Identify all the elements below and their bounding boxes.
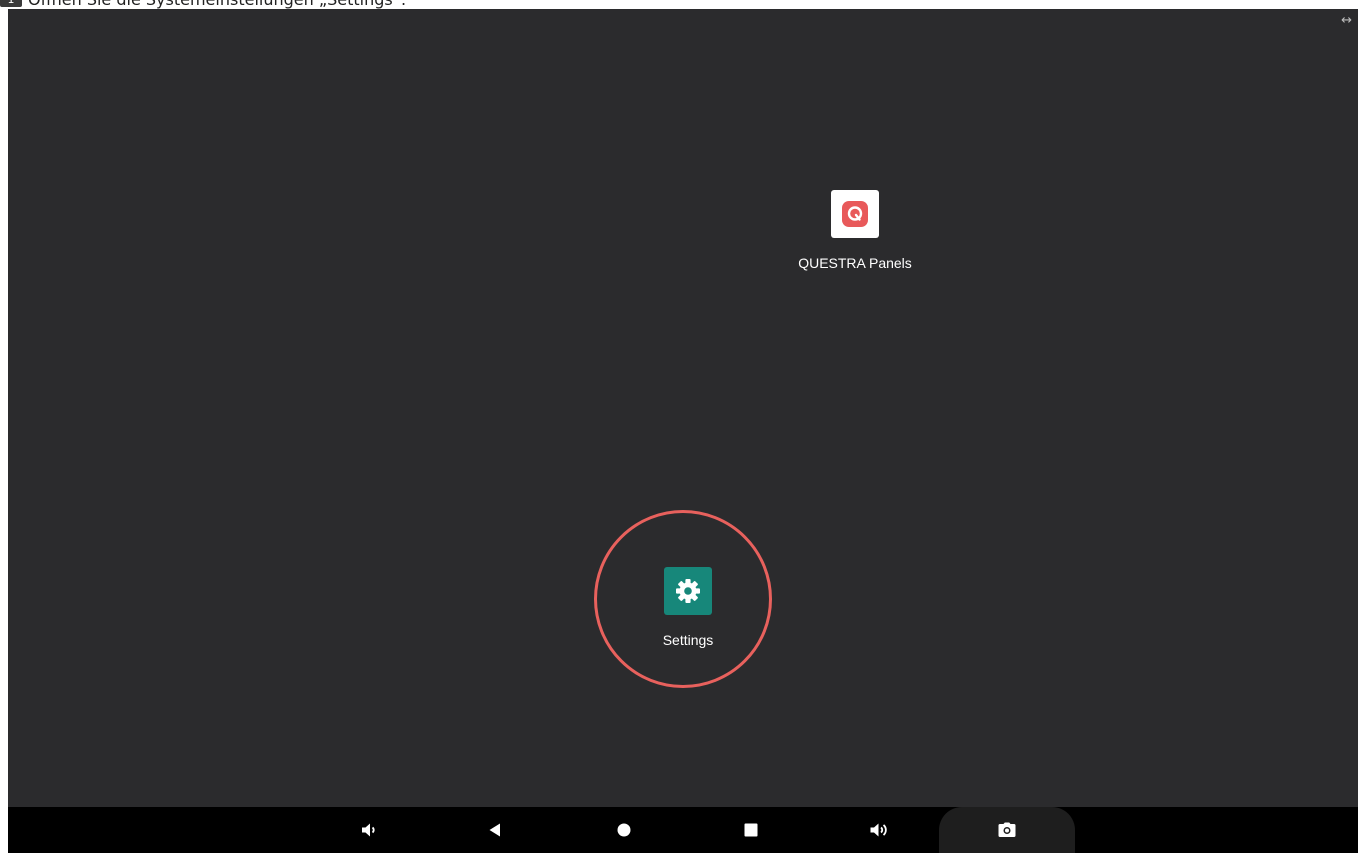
camera-icon bbox=[998, 822, 1016, 837]
home-button[interactable] bbox=[601, 807, 647, 853]
recents-button[interactable] bbox=[728, 807, 774, 853]
screenshot-button[interactable] bbox=[984, 807, 1030, 853]
navigation-bar bbox=[8, 807, 1358, 853]
resize-horizontal-icon[interactable]: ↔ bbox=[1341, 14, 1352, 27]
instruction-caption: 1 Öffnen Sie die Systemeinstellungen „Se… bbox=[0, 0, 1358, 9]
volume-up-icon bbox=[870, 823, 887, 837]
volume-up-button[interactable] bbox=[856, 807, 902, 853]
volume-down-icon bbox=[362, 823, 375, 837]
back-icon bbox=[489, 823, 500, 837]
questra-panels-icon[interactable] bbox=[831, 190, 879, 238]
app-label: QUESTRA Panels bbox=[798, 255, 912, 271]
step-number-badge: 1 bbox=[0, 0, 22, 7]
volume-down-button[interactable] bbox=[346, 807, 392, 853]
app-questra-panels[interactable]: QUESTRA Panels bbox=[795, 190, 915, 271]
recents-icon bbox=[744, 823, 758, 837]
highlight-circle bbox=[594, 510, 772, 688]
back-button[interactable] bbox=[472, 807, 518, 853]
home-icon bbox=[617, 823, 631, 837]
instruction-text: Öffnen Sie die Systemeinstellungen „Sett… bbox=[28, 0, 406, 9]
